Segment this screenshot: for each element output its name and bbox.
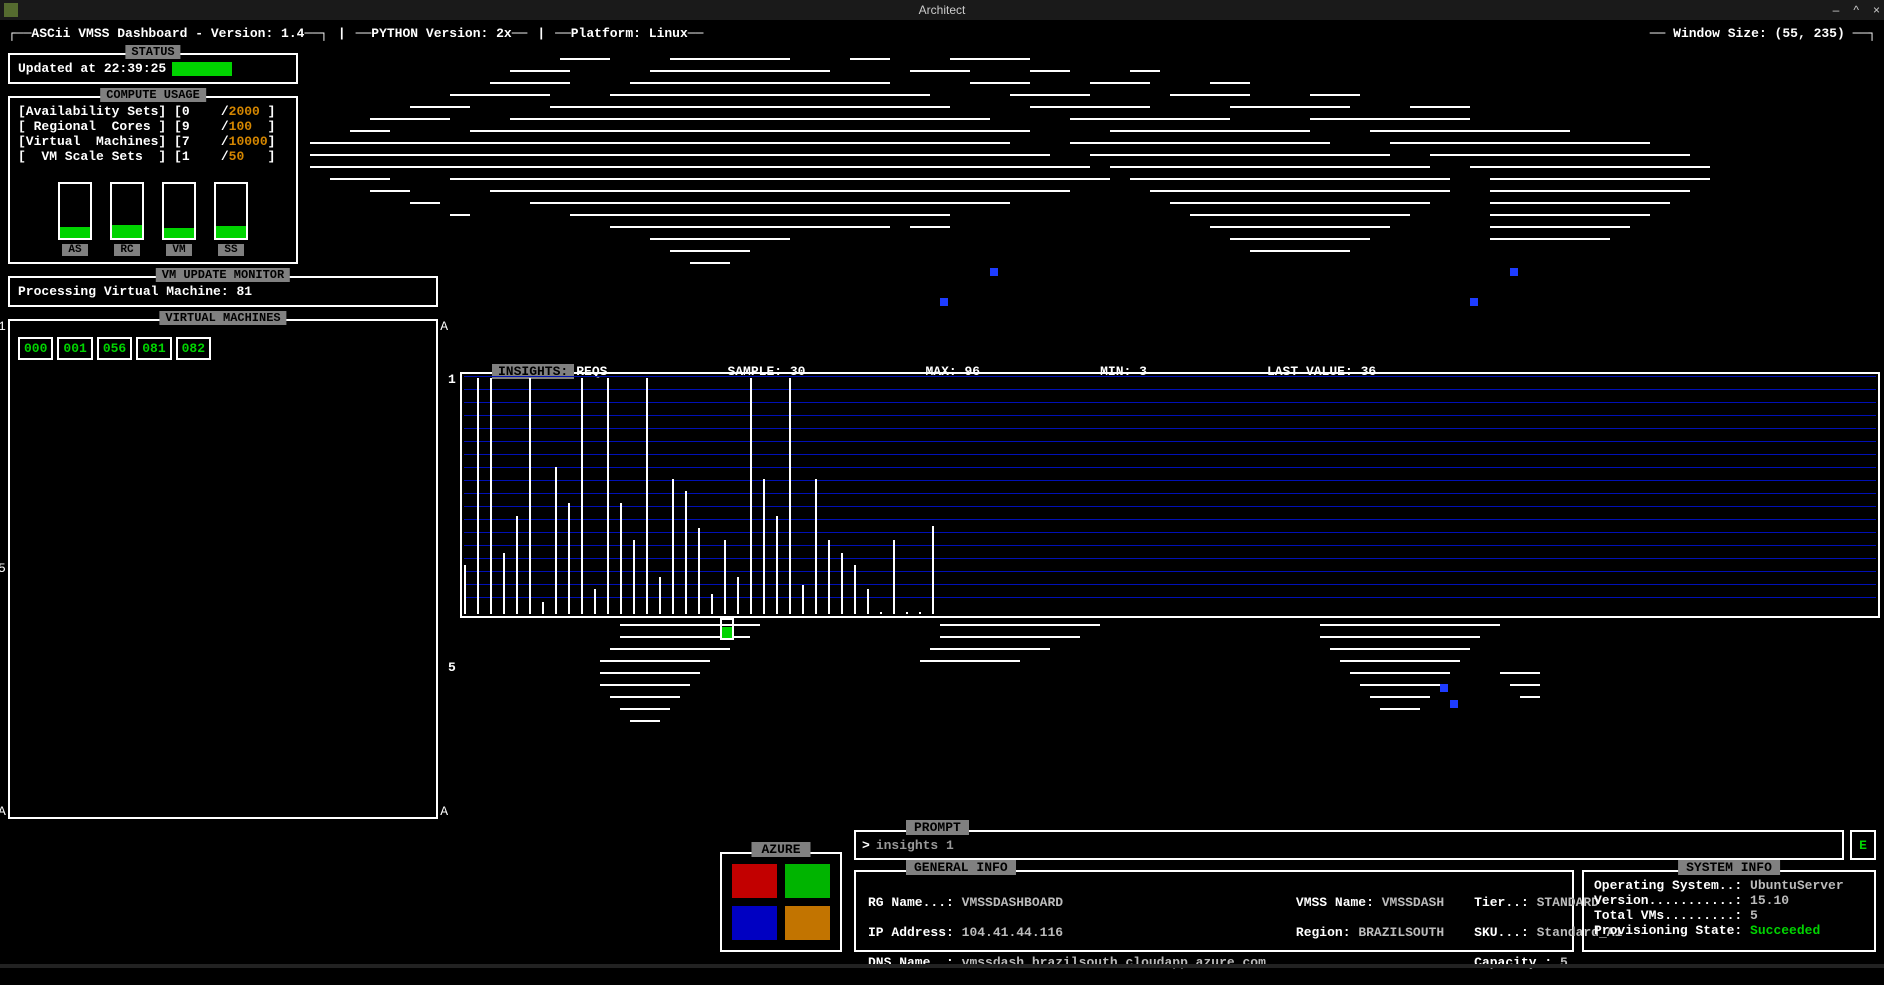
vm-axis-mid-left: 5 xyxy=(0,561,6,576)
virtual-machines-title: VIRTUAL MACHINES xyxy=(159,311,286,325)
virtual-machines-panel: VIRTUAL MACHINES 1 A 5 A A 0000010560810… xyxy=(8,319,438,819)
system-info-title: SYSTEM INFO xyxy=(1678,860,1780,875)
status-color-blue xyxy=(732,906,777,940)
platform: Platform: Linux xyxy=(571,26,688,41)
maximize-button[interactable]: ^ xyxy=(1853,3,1859,17)
ascii-world-map xyxy=(310,58,1870,358)
gauge-vm: VM xyxy=(162,182,196,256)
close-button[interactable]: × xyxy=(1873,3,1880,17)
prompt-panel[interactable]: PROMPT > insights 1 xyxy=(854,830,1844,860)
app-name: ASCii VMSS Dashboard - Version: 1.4 xyxy=(31,26,304,41)
vm-monitor-text: Processing Virtual Machine: xyxy=(18,284,229,299)
bottom-bar xyxy=(0,964,1884,968)
system-info-panel: SYSTEM INFO Operating System..: UbuntuSe… xyxy=(1582,870,1876,952)
azure-panel: AZURE xyxy=(720,852,842,952)
vm-chip[interactable]: 082 xyxy=(176,337,211,360)
vm-monitor-value: 81 xyxy=(236,284,252,299)
compute-row: [Availability Sets] [0 /2000 ] xyxy=(18,104,288,119)
status-updated: Updated at 22:39:25 xyxy=(18,61,166,76)
insights-axis-top: 1 xyxy=(448,372,456,387)
window-size: Window Size: (55, 235) xyxy=(1673,26,1845,41)
gauge-as: AS xyxy=(58,182,92,256)
prompt-title: PROMPT xyxy=(906,820,969,835)
gauge-rc: RC xyxy=(110,182,144,256)
prompt-input[interactable]: insights 1 xyxy=(876,838,954,853)
vm-axis-bottom-left: A xyxy=(0,804,6,819)
window-titlebar: Architect – ^ × xyxy=(0,0,1884,20)
status-color-red xyxy=(732,864,777,898)
status-title: STATUS xyxy=(125,45,180,59)
general-info-panel: GENERAL INFO RG Name...: VMSSDASHBOARD I… xyxy=(854,870,1574,952)
general-info-title: GENERAL INFO xyxy=(906,860,1016,875)
ascii-world-map-lower xyxy=(460,624,1560,814)
vm-chip[interactable]: 001 xyxy=(57,337,92,360)
insights-chart: INSIGHTS: REQS SAMPLE: 30 MAX: 96 MIN: 3… xyxy=(460,372,1880,618)
compute-row: [ VM Scale Sets ] [1 /50 ] xyxy=(18,149,288,164)
vm-axis-bottom-right: A xyxy=(440,804,448,819)
execute-button[interactable]: E xyxy=(1850,830,1876,860)
gauge-ss: SS xyxy=(214,182,248,256)
vm-chip[interactable]: 000 xyxy=(18,337,53,360)
prompt-prefix: > xyxy=(862,838,870,853)
azure-title: AZURE xyxy=(751,842,810,857)
status-indicator xyxy=(172,62,232,76)
python-version: PYTHON Version: 2x xyxy=(371,26,511,41)
status-color-green xyxy=(785,864,830,898)
window-title: Architect xyxy=(919,3,966,17)
header-info: ┌── ASCii VMSS Dashboard - Version: 1.4 … xyxy=(8,24,1876,47)
compute-row: [ Regional Cores ] [9 /100 ] xyxy=(18,119,288,134)
vm-axis-top-left: 1 xyxy=(0,319,6,334)
compute-usage-panel: COMPUTE USAGE [Availability Sets] [0 /20… xyxy=(8,96,298,264)
compute-title: COMPUTE USAGE xyxy=(100,88,206,102)
status-panel: STATUS Updated at 22:39:25 xyxy=(8,53,298,84)
vm-chip[interactable]: 056 xyxy=(97,337,132,360)
insights-axis-bottom: 5 xyxy=(448,660,456,675)
status-color-orange xyxy=(785,906,830,940)
vm-monitor-title: VM UPDATE MONITOR xyxy=(156,268,290,282)
app-icon xyxy=(4,3,18,17)
minimize-button[interactable]: – xyxy=(1833,3,1840,17)
compute-row: [Virtual Machines] [7 /10000] xyxy=(18,134,288,149)
vm-chip[interactable]: 081 xyxy=(136,337,171,360)
